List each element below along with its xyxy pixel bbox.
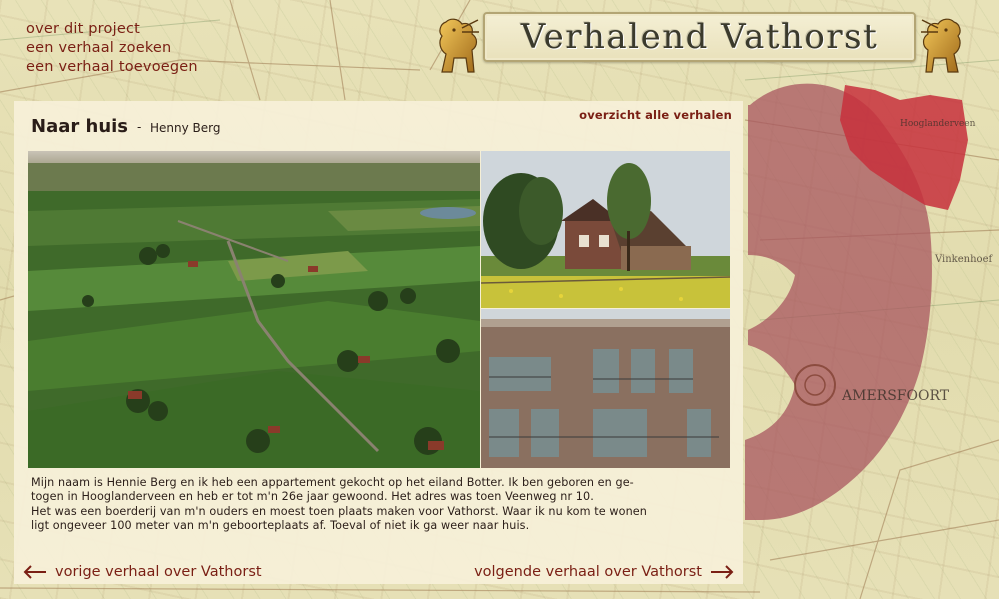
story-paragraph-4: ligt ongeveer 100 meter van m'n geboorte… — [31, 519, 530, 533]
story-panel: Naar huis - Henny Berg overzicht alle ve… — [14, 101, 743, 584]
nav-link-search-story[interactable]: een verhaal zoeken — [26, 39, 198, 58]
nav-link-about[interactable]: over dit project — [26, 20, 198, 39]
nav-link-add-story[interactable]: een verhaal toevoegen — [26, 58, 198, 77]
previous-story-label: vorige verhaal over Vathorst — [55, 564, 262, 580]
story-paragraph-1: Mijn naam is Hennie Berg en ik heb een a… — [31, 476, 634, 489]
previous-story-link[interactable]: vorige verhaal over Vathorst — [23, 564, 262, 580]
story-title-separator: - — [137, 120, 142, 134]
story-text: Mijn naam is Hennie Berg en ik heb een a… — [31, 476, 731, 534]
overview-all-stories-link[interactable]: overzicht alle verhalen — [579, 108, 732, 122]
lion-left-icon — [439, 18, 479, 73]
top-nav: over dit project een verhaal zoeken een … — [26, 20, 198, 77]
apartment-photo — [481, 309, 730, 468]
next-story-label: volgende verhaal over Vathorst — [474, 564, 702, 580]
site-title: Verhalend Vathorst — [520, 17, 879, 57]
arrow-left-icon — [23, 565, 47, 579]
next-story-link[interactable]: volgende verhaal over Vathorst — [474, 564, 734, 580]
farmhouse-photo — [481, 151, 730, 308]
story-paragraph-2: togen in Hooglanderveen en heb er tot m'… — [31, 490, 594, 504]
aerial-photo — [28, 151, 480, 468]
map-label-village-b: Hooglanderveen — [900, 119, 976, 129]
story-title: Naar huis — [31, 116, 129, 137]
story-paragraph-3: Het was een boerderij van m'n ouders en … — [31, 504, 647, 518]
story-author: Henny Berg — [150, 121, 221, 135]
map-label-village-a: Vinkenhoef — [934, 254, 993, 265]
arrow-right-icon — [710, 565, 734, 579]
lion-right-icon — [921, 18, 961, 73]
site-title-banner: Verhalend Vathorst — [483, 12, 916, 62]
map-label-town: AMERSFOORT — [841, 388, 950, 404]
